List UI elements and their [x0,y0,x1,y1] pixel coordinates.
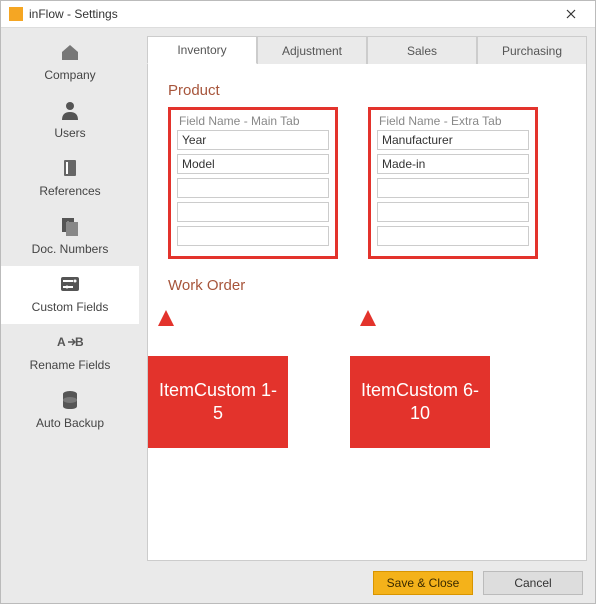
callout-left: ItemCustom 1-5 [148,356,288,448]
save-close-label: Save & Close [387,576,460,590]
tab-sales[interactable]: Sales [367,36,477,64]
callout-right: ItemCustom 6-10 [350,356,490,448]
doc-numbers-icon: 1 [56,214,84,238]
main-field-4[interactable] [177,202,329,222]
cancel-label: Cancel [514,576,551,590]
book-icon [56,156,84,180]
tab-adjustment[interactable]: Adjustment [257,36,367,64]
svg-text:A: A [57,335,66,349]
svg-text:B: B [75,335,83,349]
main-field-3[interactable] [177,178,329,198]
app-icon [9,7,23,21]
tab-label: Sales [407,44,437,58]
callout-arrow-right [360,310,376,326]
sidebar-item-label: References [39,184,100,198]
tab-label: Adjustment [282,44,342,58]
extra-field-3[interactable] [377,178,529,198]
sidebar-item-label: Auto Backup [36,416,104,430]
main-tab-field-box: Field Name - Main Tab [168,107,338,259]
work-order-section: Work Order [168,277,566,294]
sidebar-item-label: Rename Fields [30,358,111,372]
sidebar-item-rename-fields[interactable]: AB Rename Fields [1,324,139,382]
save-close-button[interactable]: Save & Close [373,571,473,595]
sidebar-item-custom-fields[interactable]: Custom Fields [1,266,139,324]
extra-field-1[interactable] [377,130,529,150]
sidebar-item-users[interactable]: Users [1,92,139,150]
content-area: Inventory Adjustment Sales Purchasing Pr… [139,28,595,603]
titlebar: inFlow - Settings [1,1,595,27]
sidebar-item-company[interactable]: Company [1,34,139,92]
main-field-1[interactable] [177,130,329,150]
settings-window: inFlow - Settings Company Users [0,0,596,604]
callout-arrow-left [158,310,174,326]
database-icon [56,388,84,412]
sidebar-item-label: Users [54,126,85,140]
sidebar: Company Users References 1 Doc. Numbers [1,28,139,603]
extra-tab-field-box: Field Name - Extra Tab [368,107,538,259]
product-fields-row: Field Name - Main Tab Field Name - Extra… [168,107,566,259]
tab-label: Purchasing [502,44,562,58]
tab-bar: Inventory Adjustment Sales Purchasing [147,36,587,64]
cancel-button[interactable]: Cancel [483,571,583,595]
extra-field-5[interactable] [377,226,529,246]
sidebar-item-doc-numbers[interactable]: 1 Doc. Numbers [1,208,139,266]
inventory-panel: Product Field Name - Main Tab Field Name… [147,63,587,561]
work-order-heading: Work Order [168,277,566,294]
window-body: Company Users References 1 Doc. Numbers [1,27,595,603]
product-heading: Product [168,82,566,99]
sidebar-item-auto-backup[interactable]: Auto Backup [1,382,139,440]
extra-tab-box-label: Field Name - Extra Tab [379,114,529,128]
extra-field-4[interactable] [377,202,529,222]
main-field-5[interactable] [177,226,329,246]
sidebar-item-label: Company [44,68,95,82]
tab-label: Inventory [177,43,226,57]
user-icon [56,98,84,122]
sidebar-item-label: Doc. Numbers [32,242,109,256]
sliders-icon [56,272,84,296]
footer-buttons: Save & Close Cancel [373,571,583,595]
callout-left-text: ItemCustom 1-5 [154,379,282,426]
tab-inventory[interactable]: Inventory [147,36,257,64]
main-field-2[interactable] [177,154,329,174]
callout-right-text: ItemCustom 6-10 [356,379,484,426]
home-icon [56,40,84,64]
tab-purchasing[interactable]: Purchasing [477,36,587,64]
extra-field-2[interactable] [377,154,529,174]
close-button[interactable] [555,2,587,26]
rename-icon: AB [56,330,84,354]
main-tab-box-label: Field Name - Main Tab [179,114,329,128]
sidebar-item-references[interactable]: References [1,150,139,208]
sidebar-item-label: Custom Fields [32,300,109,314]
window-title: inFlow - Settings [29,7,555,21]
